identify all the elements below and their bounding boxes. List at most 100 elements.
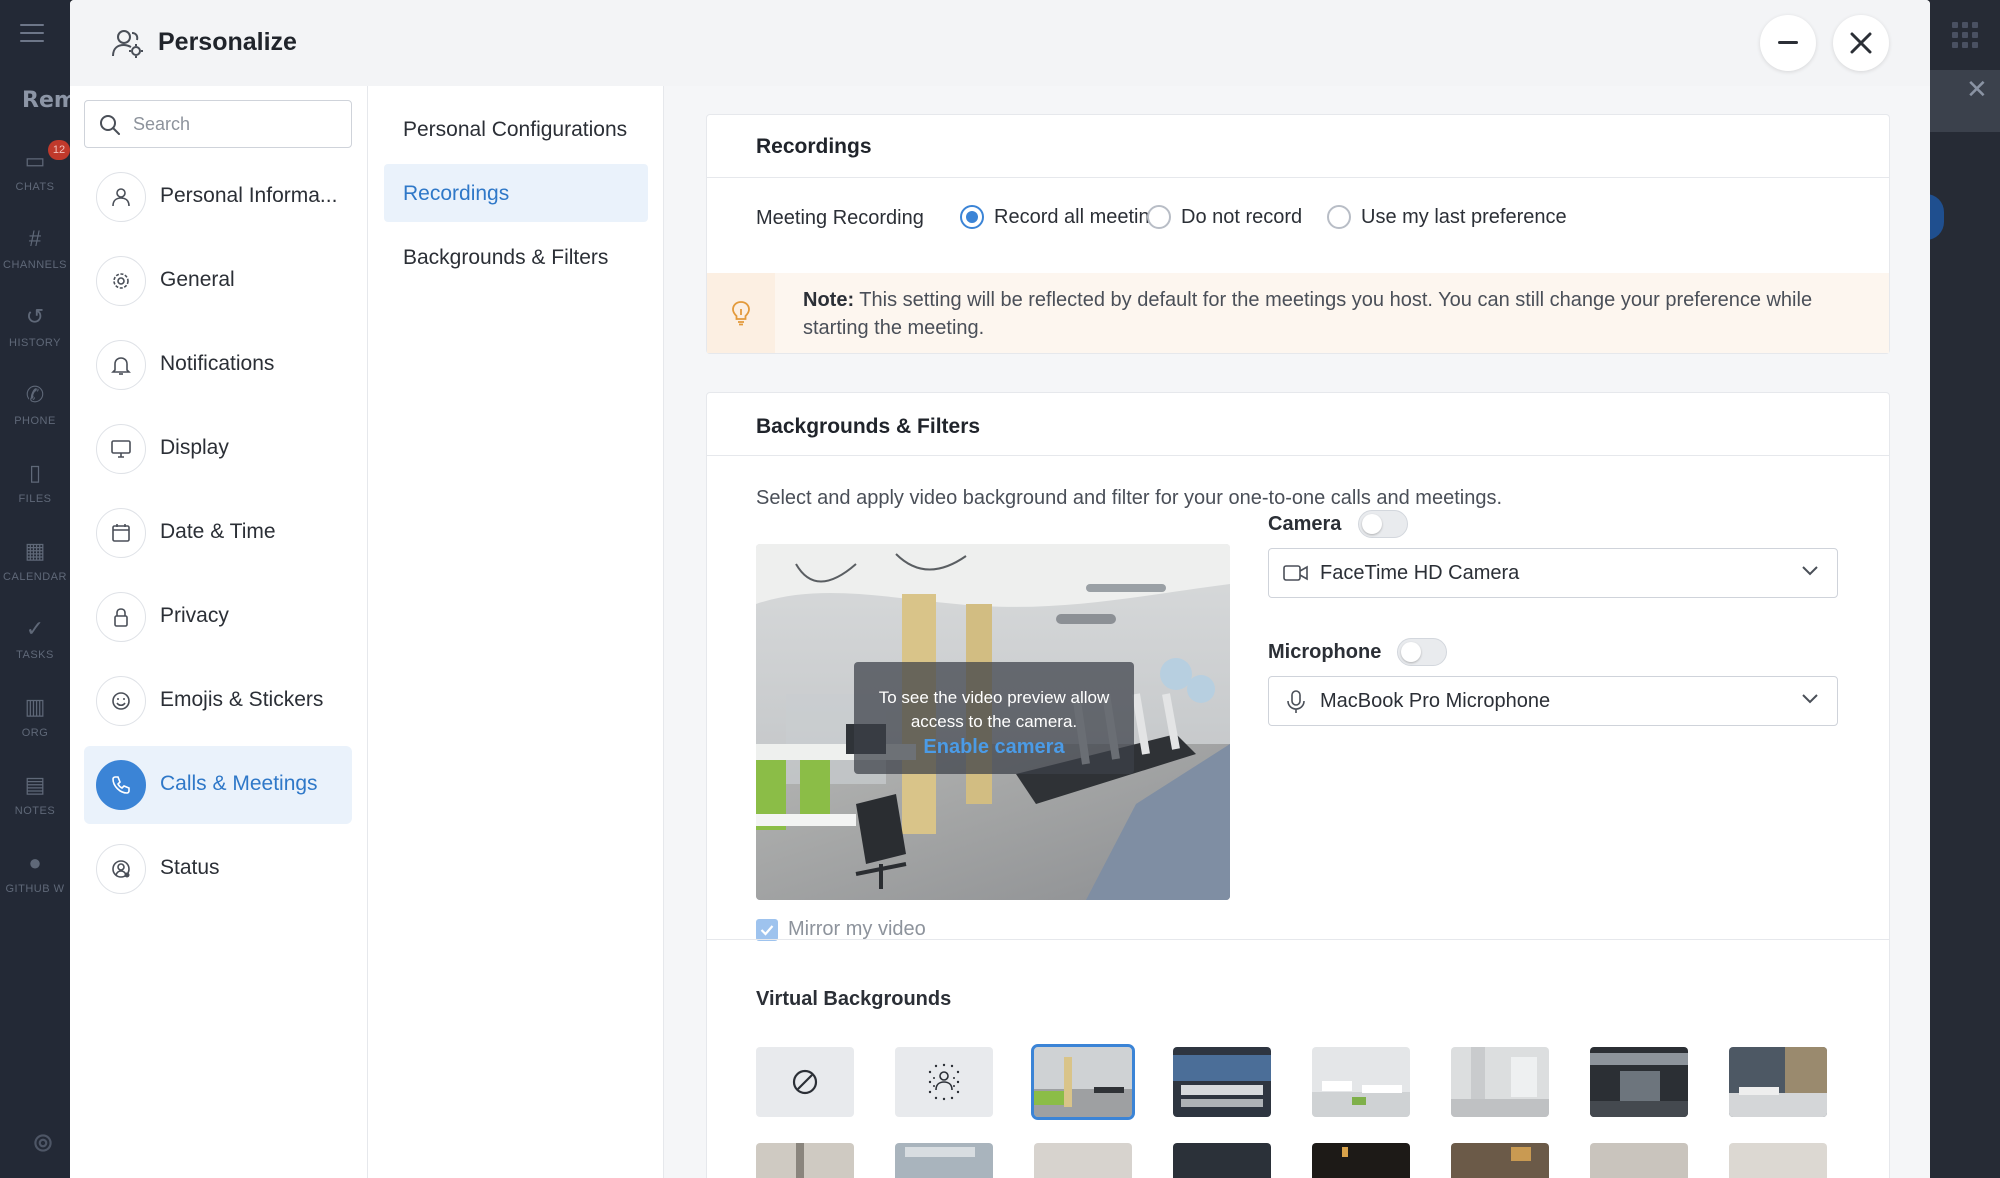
background-office-9-thumbnail[interactable] [1034,1143,1132,1178]
radio-button[interactable] [1327,205,1351,229]
nav-item-display[interactable]: Display [84,410,352,488]
recordings-card: Recordings Meeting Recording Record all … [706,114,1890,354]
subnav-label: Personal Configurations [403,118,628,141]
camera-select[interactable]: FaceTime HD Camera [1268,548,1838,598]
rail-item-phone: ✆ PHONE [0,382,70,428]
camera-toggle[interactable] [1358,510,1408,538]
recordings-title: Recordings [756,135,872,158]
rail-item-org: ▥ ORG [0,694,70,740]
rail-label: GITHUB W [5,883,65,895]
radio-label: Do not record [1181,205,1303,228]
radio-button-checked[interactable] [960,205,984,229]
rail-item-files: ▯ FILES [0,460,70,506]
radio-use-last-preference[interactable]: Use my last preference [1327,205,1567,229]
calendar-icon [112,524,130,542]
background-office-11-thumbnail[interactable] [1312,1143,1410,1178]
video-camera-icon [1283,565,1308,581]
background-office-6-thumbnail[interactable] [1729,1047,1827,1117]
rail-label: PHONE [14,415,56,427]
card-divider [707,177,1889,178]
background-office-8-thumbnail[interactable] [895,1143,993,1178]
checkmark-icon [760,924,774,936]
nav-label: Privacy [160,604,229,627]
background-office-12-thumbnail[interactable] [1451,1143,1549,1178]
rail-label: CALENDAR [3,571,67,583]
nav-item-privacy[interactable]: Privacy [84,578,352,656]
video-preview: To see the video preview allow access to… [756,544,1230,900]
subnav-recordings[interactable]: Recordings [384,164,648,222]
none-icon [792,1069,818,1095]
smiley-icon [112,692,130,710]
github-icon: ● [28,850,42,875]
note-body: This setting will be reflected by defaul… [803,289,1813,339]
search-icon [100,115,120,135]
mirror-video-label: Mirror my video [788,918,926,940]
background-office-5-thumbnail[interactable] [1590,1047,1688,1117]
microphone-icon [1287,690,1305,713]
nav-item-date-time[interactable]: Date & Time [84,494,352,572]
calls-meetings-subnav: Personal Configurations Recordings Backg… [368,86,664,1178]
rail-label: CHATS [15,181,55,193]
nav-item-personal-information[interactable]: Personal Informa... [84,158,352,236]
background-office-13-thumbnail[interactable] [1590,1143,1688,1178]
rail-label: FILES [18,493,52,505]
mirror-video-option[interactable]: Mirror my video [756,918,926,941]
nav-item-notifications[interactable]: Notifications [84,326,352,404]
search-input[interactable] [133,109,343,139]
meeting-recording-label: Meeting Recording [756,207,924,229]
phone-icon [112,776,130,794]
settings-nav: Personal Informa... General Notification… [70,86,368,1178]
chevron-down-icon [1802,694,1818,704]
virtual-backgrounds-title: Virtual Backgrounds [756,988,952,1010]
subnav-label: Backgrounds & Filters [403,246,609,269]
background-app-brand: Rem [22,88,77,113]
card-divider [707,455,1889,456]
radio-label: Record all meetings [994,205,1171,228]
nav-label: Personal Informa... [160,184,338,207]
minimize-button[interactable] [1760,15,1816,71]
background-app-rail: Rem 12 ▭ CHATS # CHANNELS ↺ HISTORY ✆ PH… [0,0,77,1178]
nav-item-calls-meetings[interactable]: Calls & Meetings [84,746,352,824]
nav-label: Calls & Meetings [160,772,318,795]
settings-content: Recordings Meeting Recording Record all … [664,86,1930,1178]
microphone-toggle[interactable] [1397,638,1447,666]
rail-item-calendar: ▦ CALENDAR [0,538,70,584]
nav-item-general[interactable]: General [84,242,352,320]
background-none-button[interactable] [756,1047,854,1117]
nav-label: Notifications [160,352,275,375]
subnav-backgrounds-filters[interactable]: Backgrounds & Filters [384,228,648,286]
radio-record-all-meetings[interactable]: Record all meetings [960,205,1171,229]
nav-item-status[interactable]: Status [84,830,352,908]
status-icon [112,860,130,878]
hash-icon: # [28,226,42,251]
close-button[interactable] [1833,15,1889,71]
radio-button[interactable] [1147,205,1171,229]
card-divider [707,939,1889,940]
subnav-personal-configurations[interactable]: Personal Configurations [384,100,648,158]
background-office-2-thumbnail[interactable] [1173,1047,1271,1117]
nav-label: Date & Time [160,520,276,543]
background-office-4-thumbnail[interactable] [1451,1047,1549,1117]
rail-label: NOTES [14,805,56,817]
rail-label: HISTORY [9,337,61,349]
enable-camera-link[interactable]: Enable camera [854,736,1134,759]
search-field[interactable] [84,100,352,148]
background-office-3-thumbnail[interactable] [1312,1047,1410,1117]
nav-item-emojis-stickers[interactable]: Emojis & Stickers [84,662,352,740]
backgrounds-title: Backgrounds & Filters [756,415,981,438]
microphone-select[interactable]: MacBook Pro Microphone [1268,676,1838,726]
mirror-video-checkbox[interactable] [756,918,778,941]
microphone-device-value: MacBook Pro Microphone [1320,690,1551,712]
rail-item-history: ↺ HISTORY [0,304,70,350]
nav-label: Emojis & Stickers [160,688,324,711]
background-office-10-thumbnail[interactable] [1173,1143,1271,1178]
background-office-7-thumbnail[interactable] [756,1143,854,1178]
background-blur-button[interactable] [895,1047,993,1117]
modal-title: Personalize [158,28,297,56]
background-close-icon: ✕ [1966,74,1988,104]
background-office-1-thumbnail[interactable] [1031,1044,1135,1120]
background-office-14-thumbnail[interactable] [1729,1143,1827,1178]
settings-gear-icon [34,1134,52,1152]
radio-do-not-record[interactable]: Do not record [1147,205,1302,229]
app-grid-icon [1952,22,1978,48]
